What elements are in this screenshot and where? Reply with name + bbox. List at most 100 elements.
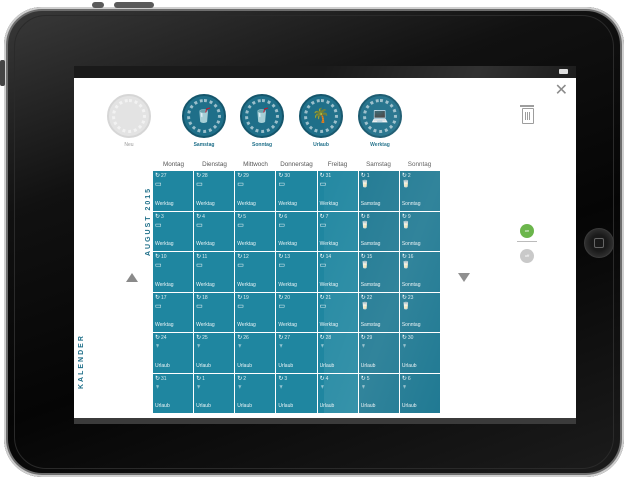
day-type-label: Sonntag — [401, 281, 421, 288]
calendar-day-cell[interactable]: ↻ 28 ♆ Urlaub — [317, 333, 358, 373]
laptop-icon: ▭ — [278, 221, 286, 229]
calendar-day-cell[interactable]: ↻ 11 ▭ Werktag — [194, 252, 235, 292]
calendar-day-cell[interactable]: ↻ 17 ▭ Werktag — [153, 292, 194, 332]
calendar-day-cell[interactable]: ↻ 3 ▭ Werktag — [153, 211, 194, 251]
next-month-arrow-icon[interactable] — [458, 273, 470, 282]
toggle-on-button[interactable]: on — [520, 224, 534, 238]
calendar-day-cell[interactable]: ↻ 19 ▭ Werktag — [235, 292, 276, 332]
repeat-icon: ↻ — [278, 173, 284, 179]
close-icon[interactable]: ✕ — [555, 83, 568, 99]
day-type-label: Urlaub — [196, 362, 211, 369]
drink-cup-icon: 🥛 — [360, 302, 370, 310]
repeat-icon: ↻ — [278, 213, 284, 220]
day-number: 9 — [407, 213, 411, 220]
day-number: 22 — [366, 294, 373, 301]
picker-werktag-button[interactable]: 💻 Werktag — [355, 94, 405, 148]
trash-icon[interactable] — [520, 105, 534, 124]
day-number: 6 — [407, 375, 411, 382]
day-number: 21 — [325, 294, 332, 301]
calendar-day-cell[interactable]: ↻ 4 ▭ Werktag — [194, 211, 235, 251]
calendar-day-cell[interactable]: ↻ 12 ▭ Werktag — [235, 252, 276, 292]
calendar-day-cell[interactable]: ↻ 10 ▭ Werktag — [153, 252, 194, 292]
picker-sonntag-button[interactable]: 🥤 Sonntag — [237, 94, 287, 148]
home-button[interactable] — [584, 228, 614, 258]
calendar-day-cell[interactable]: ↻ 25 ♆ Urlaub — [194, 333, 235, 373]
picker-neu-button[interactable]: Neu — [104, 94, 154, 148]
calendar-day-cell[interactable]: ↻ 13 ▭ Werktag — [276, 252, 317, 292]
calendar-day-cell[interactable]: ↻ 31 ▭ Werktag — [317, 171, 358, 211]
calendar-day-cell[interactable]: ↻ 8 🥛 Samstag — [358, 211, 399, 251]
picker-urlaub-button[interactable]: 🌴 Urlaub — [296, 94, 346, 148]
palm-tree-icon: ♆ — [155, 383, 161, 391]
repeat-icon: ↻ — [360, 173, 366, 179]
weekday-label: Dienstag — [202, 161, 227, 168]
calendar-day-cell[interactable]: ↻ 4 ♆ Urlaub — [317, 373, 358, 413]
repeat-icon: ↻ — [360, 375, 366, 382]
calendar-day-cell[interactable]: ↻ 30 ▭ Werktag — [276, 171, 317, 211]
day-number: 26 — [243, 335, 249, 341]
weekday-label: Montag — [162, 161, 184, 168]
day-number: 6 — [284, 213, 288, 220]
calendar-day-cell[interactable]: ↻ 21 ▭ Werktag — [317, 292, 358, 332]
day-type-label: Werktag — [155, 322, 174, 328]
previous-month-arrow-icon[interactable] — [126, 273, 138, 282]
day-number: 3 — [161, 213, 164, 220]
calendar-day-cell[interactable]: ↻ 14 ▭ Werktag — [317, 252, 358, 292]
calendar-day-cell[interactable]: ↻ 31 ♆ Urlaub — [153, 373, 194, 413]
toggle-off-button[interactable]: off — [520, 249, 534, 263]
day-number: 4 — [325, 375, 329, 382]
calendar-grid: ↻ 27 ▭ Werktag ↻ 28 ▭ Werktag ↻ 29 ▭ Werktag ↻ 30 ▭ Wer… — [153, 171, 440, 413]
day-type-label: Samstag — [360, 281, 381, 288]
calendar-day-cell[interactable]: ↻ 2 ♆ Urlaub — [235, 373, 276, 413]
calendar-day-cell[interactable]: ↻ 22 🥛 Samstag — [358, 292, 399, 332]
calendar-day-cell[interactable]: ↻ 1 ♆ Urlaub — [194, 373, 235, 413]
palm-tree-icon: ♆ — [278, 343, 284, 350]
repeat-icon: ↻ — [196, 213, 202, 220]
calendar-day-cell[interactable]: ↻ 26 ♆ Urlaub — [235, 333, 276, 373]
calendar-day-cell[interactable]: ↻ 18 ▭ Werktag — [194, 292, 235, 332]
calendar-day-cell[interactable]: ↻ 23 🥛 Sonntag — [399, 292, 440, 332]
repeat-icon: ↻ — [319, 173, 325, 179]
picker-label: Werktag — [370, 142, 390, 148]
calendar-day-cell[interactable]: ↻ 27 ▭ Werktag — [153, 171, 194, 211]
calendar-day-cell[interactable]: ↻ 27 ♆ Urlaub — [276, 333, 317, 373]
calendar-day-cell[interactable]: ↻ 20 ▭ Werktag — [276, 292, 317, 332]
calendar-day-cell[interactable]: ↻ 3 ♆ Urlaub — [276, 373, 317, 413]
calendar-day-cell[interactable]: ↻ 6 ♆ Urlaub — [399, 373, 440, 413]
calendar-day-cell[interactable]: ↻ 28 ▭ Werktag — [194, 171, 235, 211]
day-type-label: Werktag — [278, 200, 297, 207]
calendar-day-cell[interactable]: ↻ 5 ♆ Urlaub — [358, 373, 399, 413]
calendar-day-cell[interactable]: ↻ 7 ▭ Werktag — [317, 211, 358, 251]
repeat-icon: ↻ — [155, 335, 161, 341]
repeat-icon: ↻ — [155, 375, 161, 382]
day-type-label: Werktag — [155, 200, 174, 207]
calendar-day-cell[interactable]: ↻ 16 🥛 Sonntag — [399, 252, 440, 292]
laptop-icon: ▭ — [196, 221, 203, 229]
repeat-icon: ↻ — [360, 213, 366, 220]
day-type-label: Werktag — [237, 200, 256, 207]
palm-tree-icon: ♆ — [155, 343, 161, 350]
calendar-day-cell[interactable]: ↻ 29 ▭ Werktag — [235, 171, 276, 211]
repeat-icon: ↻ — [155, 173, 161, 179]
weekday-header: Montag Dienstag Mittwoch Donnerstag Freitag S… — [153, 161, 440, 171]
repeat-icon: ↻ — [196, 254, 202, 260]
calendar-day-cell[interactable]: ↻ 5 ▭ Werktag — [235, 211, 276, 251]
picker-samstag-button[interactable]: 🥤 Samstag — [179, 94, 229, 148]
laptop-icon: ▭ — [237, 181, 244, 188]
day-number: 2 — [243, 375, 247, 382]
calendar-day-cell[interactable]: ↻ 29 ♆ Urlaub — [358, 333, 399, 373]
repeat-icon: ↻ — [237, 375, 243, 382]
calendar-day-cell[interactable]: ↻ 9 🥛 Sonntag — [399, 211, 440, 251]
calendar-day-cell[interactable]: ↻ 30 ♆ Urlaub — [399, 333, 440, 373]
day-number: 1 — [202, 375, 205, 382]
calendar-day-cell[interactable]: ↻ 24 ♆ Urlaub — [153, 333, 194, 373]
palm-tree-icon: ♆ — [319, 343, 325, 350]
bottom-bar — [74, 418, 576, 424]
calendar-day-cell[interactable]: ↻ 2 🥛 Sonntag — [399, 171, 440, 211]
calendar-day-cell[interactable]: ↻ 6 ▭ Werktag — [276, 211, 317, 251]
day-type-label: Urlaub — [401, 362, 417, 369]
calendar-day-cell[interactable]: ↻ 15 🥛 Samstag — [358, 252, 399, 292]
repeat-icon: ↻ — [237, 254, 243, 260]
day-type-label: Werktag — [278, 281, 297, 288]
calendar-day-cell[interactable]: ↻ 1 🥛 Samstag — [358, 171, 399, 211]
